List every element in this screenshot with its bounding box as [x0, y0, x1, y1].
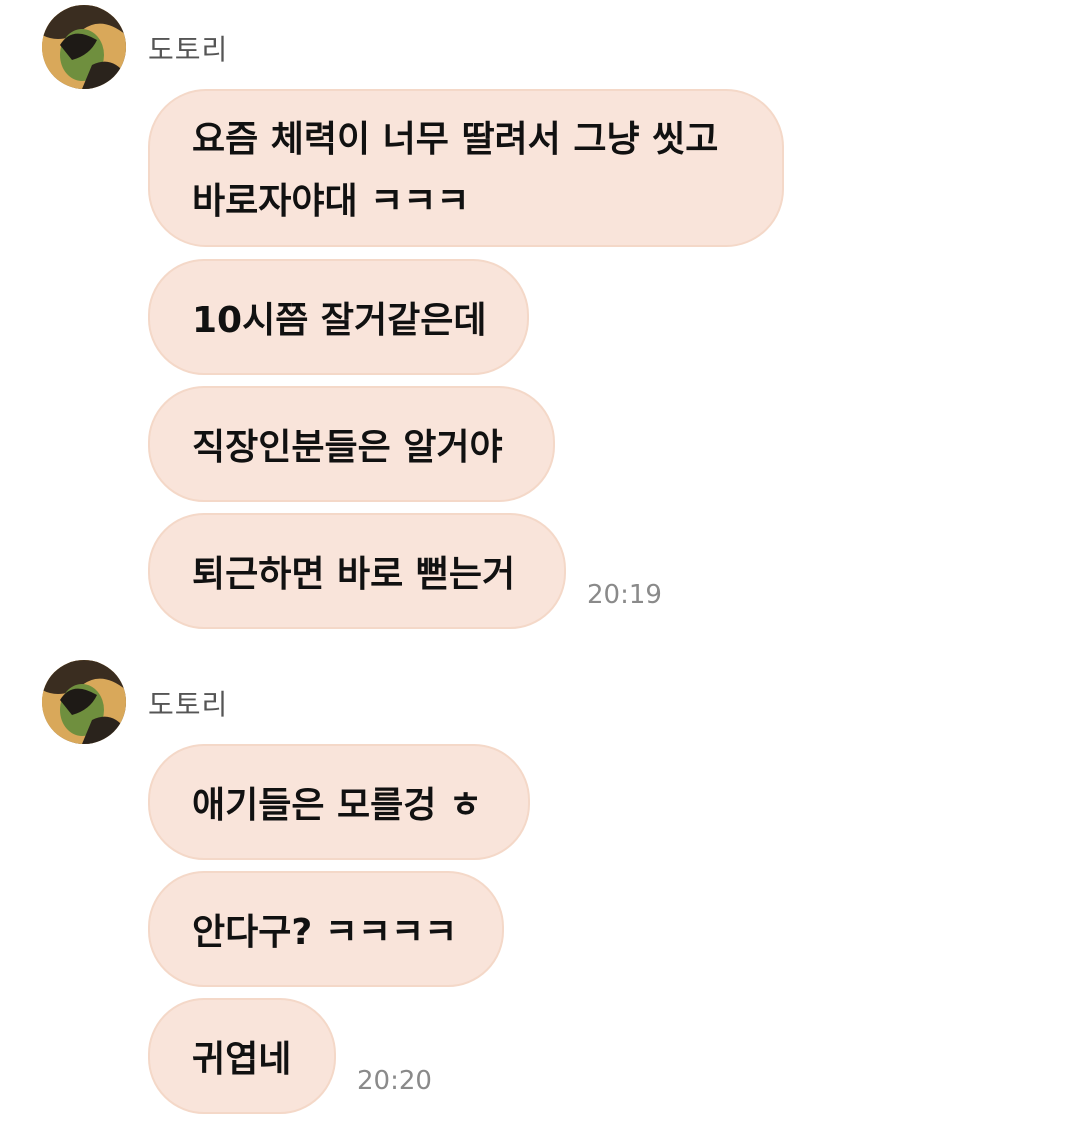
message-bubble[interactable]: 10시쯤 잘거같은데: [148, 259, 529, 375]
avatar-photo-icon: [42, 660, 126, 744]
sender-name: 도토리: [148, 33, 229, 66]
message-timestamp: 20:20: [357, 1066, 432, 1096]
message-text-line: 바로자야대 ㅋㅋㅋ: [192, 181, 470, 222]
avatar-photo-icon: [42, 5, 126, 89]
message-bubble[interactable]: 퇴근하면 바로 뻗는거: [148, 513, 566, 629]
message-text: 퇴근하면 바로 뻗는거: [192, 554, 516, 595]
message-bubble[interactable]: 귀엽네: [148, 998, 336, 1114]
message-timestamp: 20:19: [587, 580, 662, 610]
sender-avatar[interactable]: [42, 660, 126, 744]
message-text: 10시쯤 잘거같은데: [192, 300, 487, 341]
message-text: 귀엽네: [192, 1039, 292, 1080]
message-bubble[interactable]: 요즘 체력이 너무 딸려서 그냥 씻고 바로자야대 ㅋㅋㅋ: [148, 89, 784, 247]
message-text: 직장인분들은 알거야: [192, 427, 503, 468]
message-text: 애기들은 모를겅 ㅎ: [192, 785, 483, 826]
message-bubble[interactable]: 직장인분들은 알거야: [148, 386, 555, 502]
message-text-line: 요즘 체력이 너무 딸려서 그냥 씻고: [192, 119, 719, 160]
sender-avatar[interactable]: [42, 5, 126, 89]
message-bubble[interactable]: 애기들은 모를겅 ㅎ: [148, 744, 530, 860]
sender-name: 도토리: [148, 688, 229, 721]
message-bubble[interactable]: 안다구? ㅋㅋㅋㅋ: [148, 871, 504, 987]
message-text: 안다구? ㅋㅋㅋㅋ: [192, 912, 458, 953]
